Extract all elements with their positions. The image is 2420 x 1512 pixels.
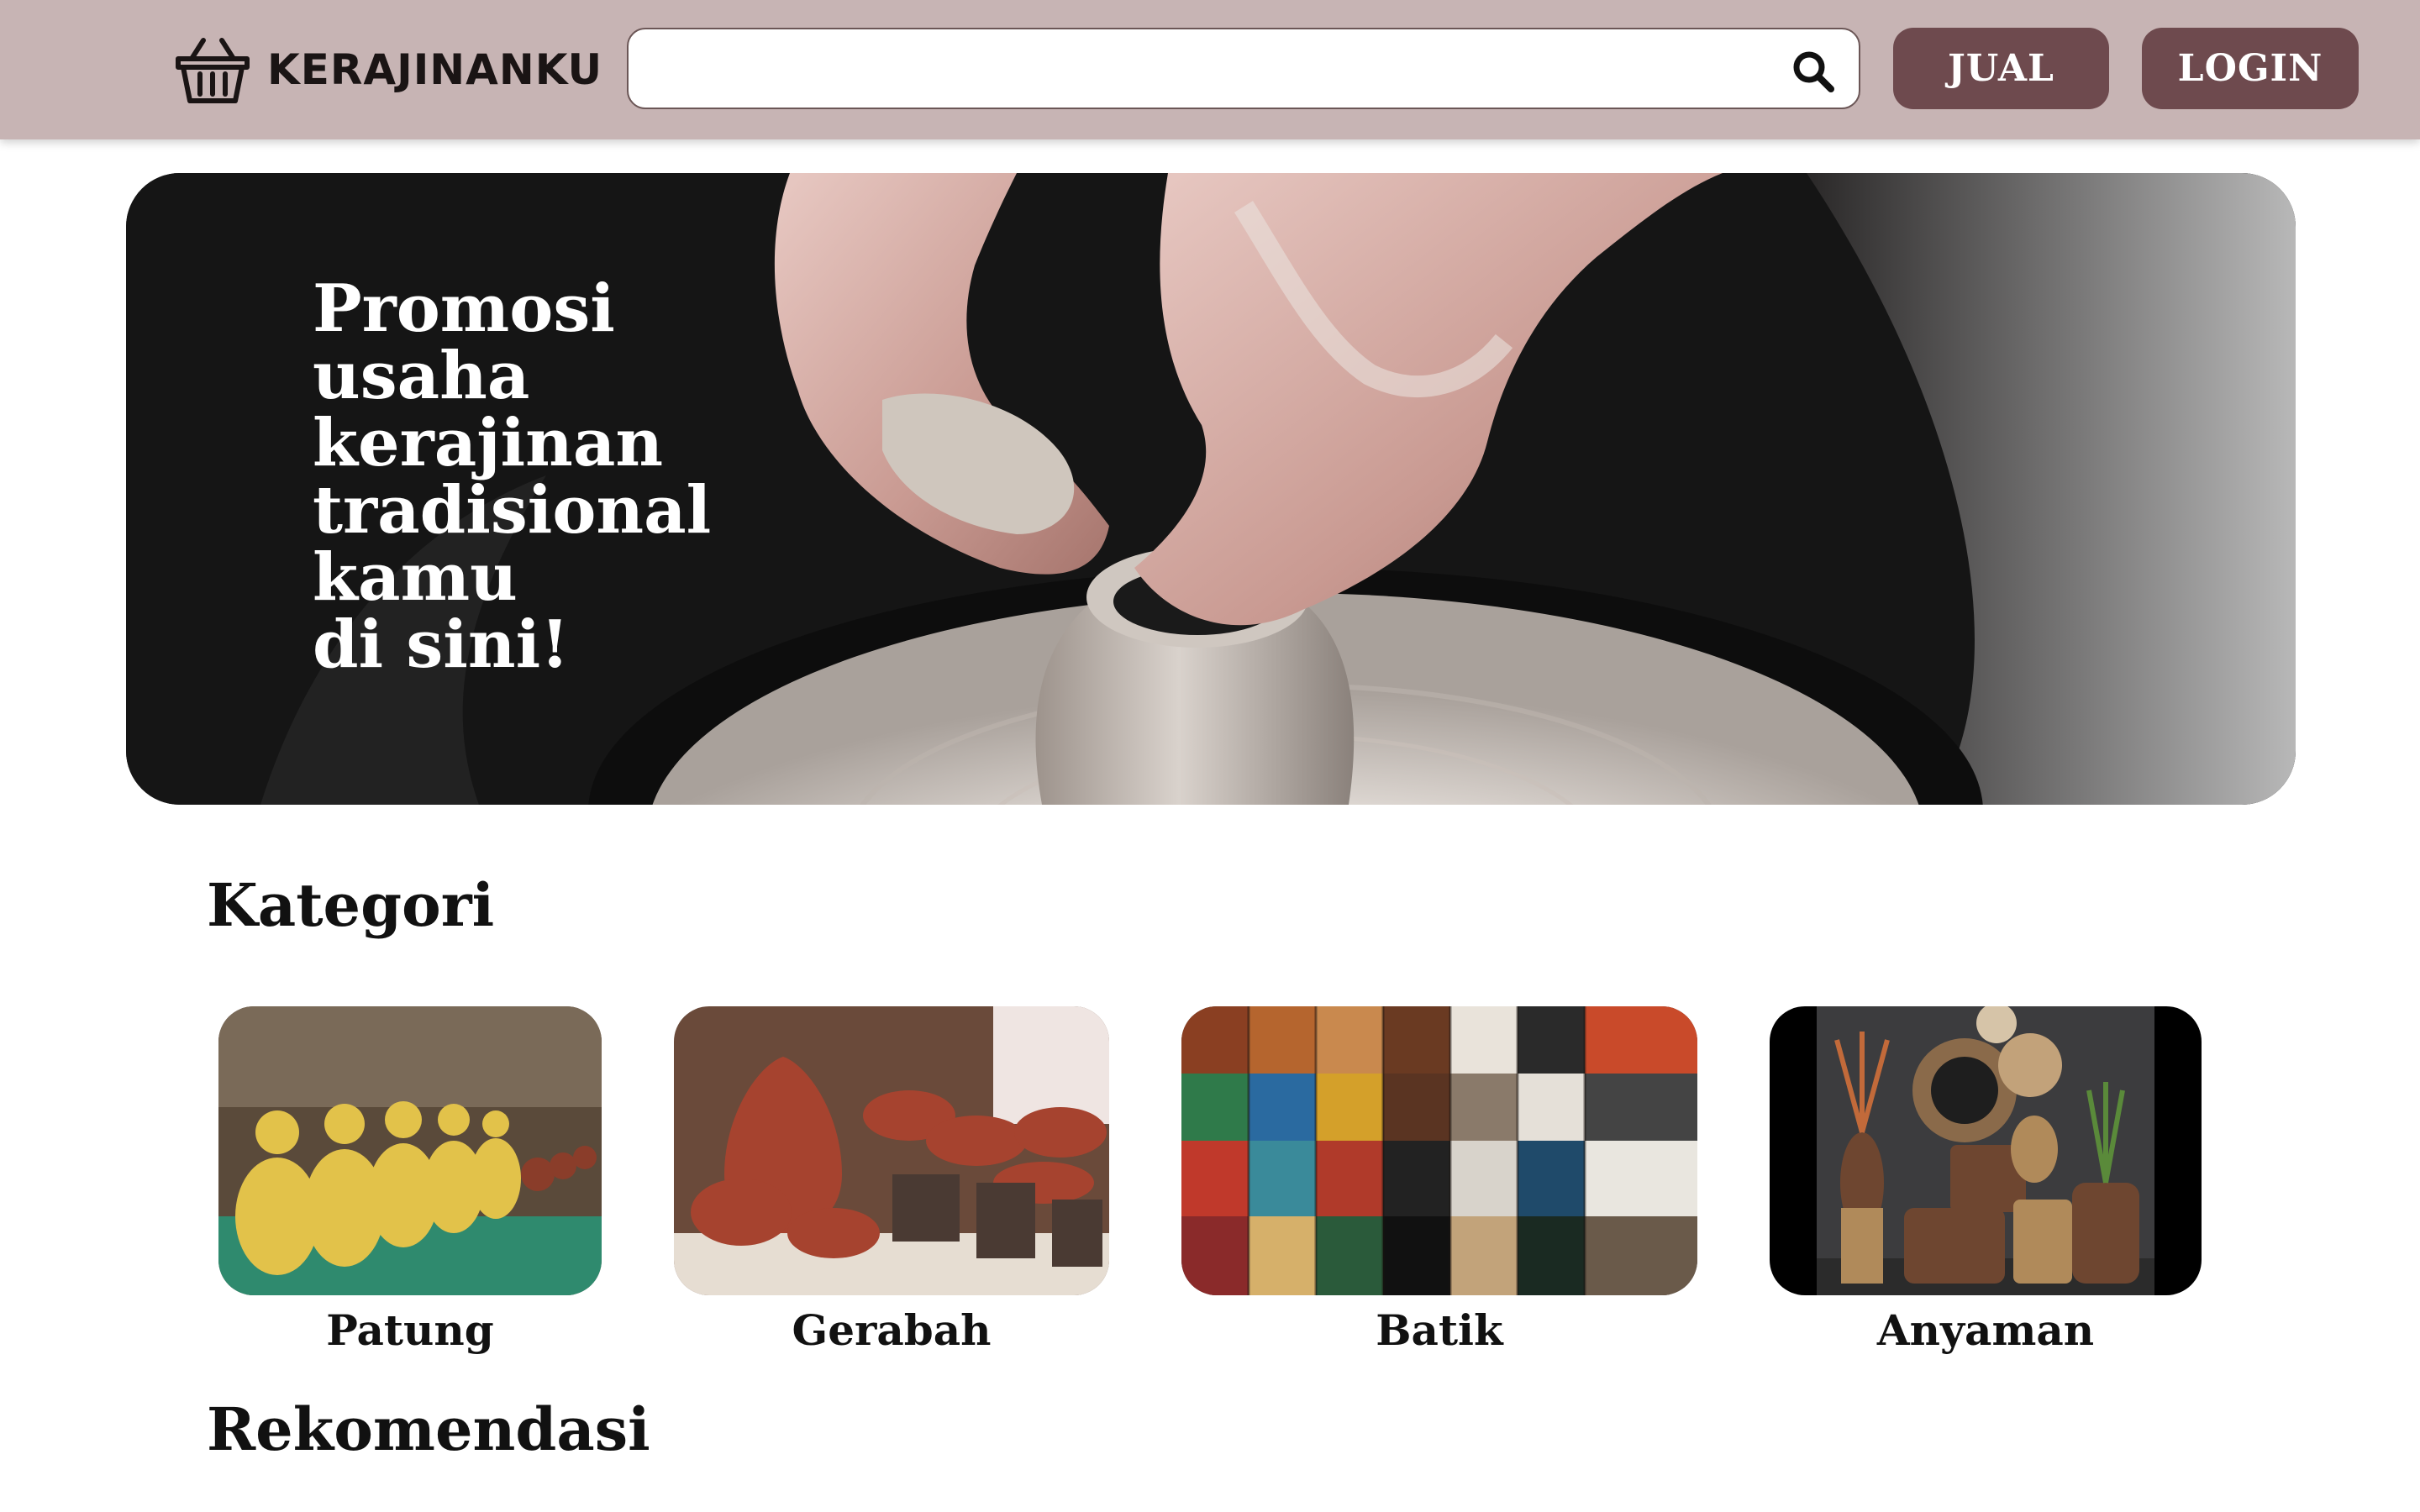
search-bar[interactable] bbox=[627, 28, 1860, 109]
sell-button[interactable]: JUAL bbox=[1893, 28, 2109, 109]
hero-headline: Promosi usaha kerajinan tradisional kamu… bbox=[313, 270, 712, 683]
category-image-anyaman bbox=[1770, 1006, 2202, 1295]
category-label: Batik bbox=[1376, 1305, 1503, 1355]
categories-heading: Kategori bbox=[207, 870, 495, 940]
category-image-batik bbox=[1181, 1006, 1697, 1295]
category-label: Patung bbox=[326, 1305, 494, 1355]
category-card-anyaman[interactable]: Anyaman bbox=[1770, 1006, 2202, 1355]
category-card-gerabah[interactable]: Gerabah bbox=[674, 1006, 1109, 1355]
category-card-patung[interactable]: Patung bbox=[218, 1006, 602, 1355]
category-image-gerabah bbox=[674, 1006, 1109, 1295]
category-label: Gerabah bbox=[792, 1305, 992, 1355]
top-navbar: KERAJINANKU JUAL LOGIN bbox=[0, 0, 2420, 139]
search-icon[interactable] bbox=[1791, 50, 1835, 93]
category-image-patung bbox=[218, 1006, 602, 1295]
category-label: Anyaman bbox=[1876, 1305, 2095, 1355]
category-card-batik[interactable]: Batik bbox=[1181, 1006, 1697, 1355]
basket-icon bbox=[176, 38, 250, 103]
login-button[interactable]: LOGIN bbox=[2142, 28, 2359, 109]
search-input[interactable] bbox=[654, 43, 1763, 95]
hero-banner[interactable]: Promosi usaha kerajinan tradisional kamu… bbox=[126, 173, 2296, 805]
brand-logo[interactable]: KERAJINANKU bbox=[173, 34, 602, 106]
brand-name: KERAJINANKU bbox=[267, 45, 603, 94]
recommendations-heading: Rekomendasi bbox=[207, 1394, 650, 1464]
